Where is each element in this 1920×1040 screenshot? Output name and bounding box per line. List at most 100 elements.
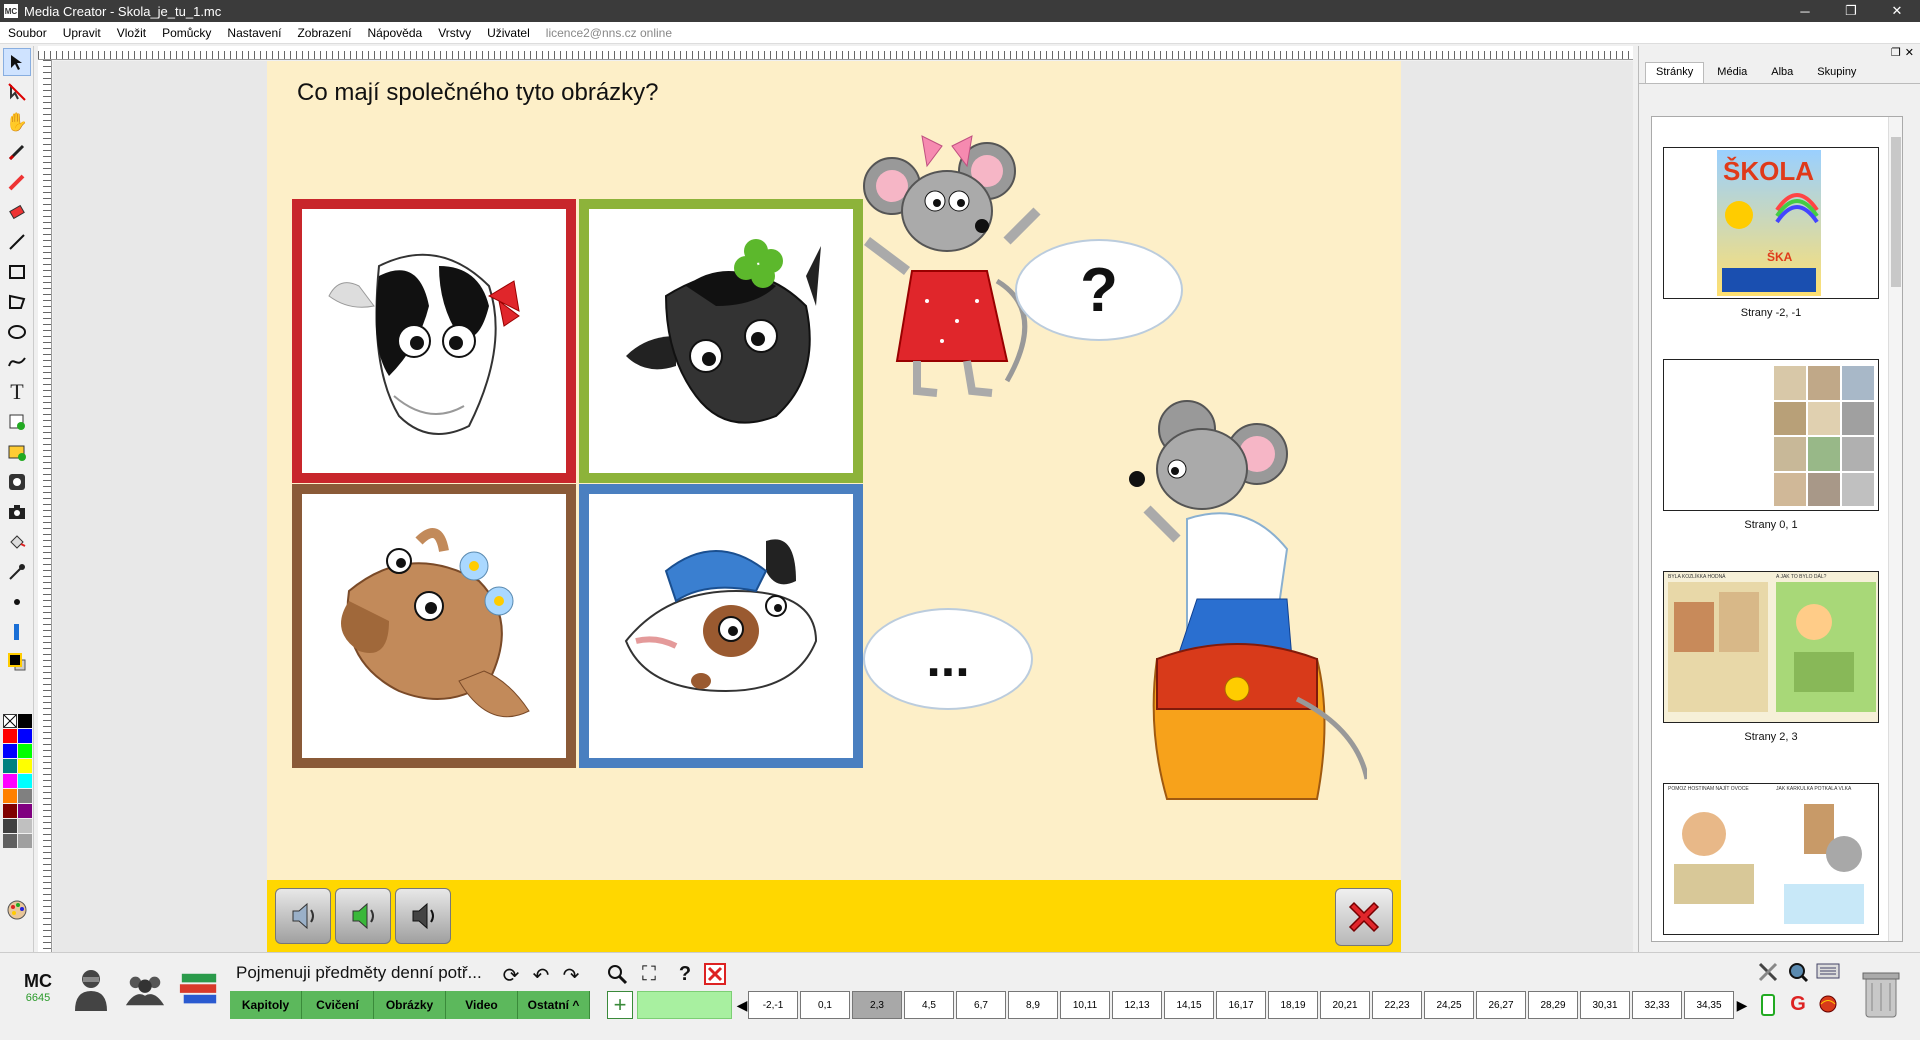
refresh-icon[interactable]: ⟳ xyxy=(498,963,524,988)
color-swatch[interactable] xyxy=(18,804,32,818)
add-button[interactable]: + xyxy=(607,991,633,1019)
color-swatch[interactable] xyxy=(18,774,32,788)
tab-ostatni[interactable]: Ostatní ^ xyxy=(518,991,590,1019)
panel-float-icon[interactable]: ❐ xyxy=(1891,46,1901,62)
palette-icon[interactable] xyxy=(3,896,31,924)
cancel-icon[interactable] xyxy=(702,963,728,991)
pen-icon[interactable] xyxy=(3,138,31,166)
close-window-button[interactable]: ✕ xyxy=(1874,0,1920,22)
no-color-swatch[interactable] xyxy=(3,714,17,728)
page-button[interactable]: 34,35 xyxy=(1684,991,1734,1019)
sound-button-3[interactable] xyxy=(395,888,451,944)
no-select-icon[interactable] xyxy=(3,78,31,106)
color-swatch-icon[interactable] xyxy=(3,648,31,676)
prev-pages-icon[interactable]: ◀ xyxy=(736,997,748,1014)
thickness-icon[interactable] xyxy=(3,618,31,646)
pointer-icon[interactable] xyxy=(3,48,31,76)
tab-video[interactable]: Video xyxy=(446,991,518,1019)
page-button[interactable]: 6,7 xyxy=(956,991,1006,1019)
fill-icon[interactable] xyxy=(3,528,31,556)
ellipse-icon[interactable] xyxy=(3,318,31,346)
eraser-icon[interactable] xyxy=(3,198,31,226)
page-button-active[interactable]: 2,3 xyxy=(852,991,902,1019)
curve-icon[interactable] xyxy=(3,348,31,376)
color-swatch[interactable] xyxy=(18,819,32,833)
sheep-picture-frame[interactable] xyxy=(579,199,863,483)
color-swatch[interactable] xyxy=(3,789,17,803)
menu-vrstvy[interactable]: Vrstvy xyxy=(430,26,479,40)
menu-nastaveni[interactable]: Nastavení xyxy=(219,26,289,40)
sound-button-1[interactable] xyxy=(275,888,331,944)
books-icon[interactable] xyxy=(178,967,220,1013)
tools-icon[interactable] xyxy=(1754,961,1782,989)
color-swatch[interactable] xyxy=(18,729,32,743)
hand-icon[interactable]: ✋ xyxy=(3,108,31,136)
menu-zobrazeni[interactable]: Zobrazení xyxy=(289,26,359,40)
page-button[interactable]: 8,9 xyxy=(1008,991,1058,1019)
panel-close-icon[interactable]: ✕ xyxy=(1905,46,1914,62)
tab-alba[interactable]: Alba xyxy=(1760,62,1804,83)
tablet-icon[interactable] xyxy=(1754,993,1782,1023)
camera-icon[interactable] xyxy=(3,498,31,526)
green-input-field[interactable] xyxy=(637,991,732,1019)
sound-button-2[interactable] xyxy=(335,888,391,944)
color-swatch[interactable] xyxy=(3,819,17,833)
tab-cviceni[interactable]: Cvičení xyxy=(302,991,374,1019)
polygon-icon[interactable] xyxy=(3,288,31,316)
menu-vlozit[interactable]: Vložit xyxy=(109,26,154,40)
color-swatch[interactable] xyxy=(3,729,17,743)
ball-icon[interactable] xyxy=(1814,993,1842,1021)
page-thumbnail[interactable]: Strany 0, 1 xyxy=(1663,359,1879,531)
redo-icon[interactable]: ↷ xyxy=(558,963,584,988)
highlighter-icon[interactable] xyxy=(3,168,31,196)
media-icon[interactable] xyxy=(3,468,31,496)
color-swatch[interactable] xyxy=(3,759,17,773)
page-button[interactable]: 10,11 xyxy=(1060,991,1110,1019)
page-button[interactable]: 24,25 xyxy=(1424,991,1474,1019)
menu-pomucky[interactable]: Pomůcky xyxy=(154,26,219,40)
next-pages-icon[interactable]: ▶ xyxy=(1736,997,1748,1014)
note-icon[interactable] xyxy=(3,408,31,436)
tab-kapitoly[interactable]: Kapitoly xyxy=(230,991,302,1019)
page-button[interactable]: 20,21 xyxy=(1320,991,1370,1019)
page-button[interactable]: 32,33 xyxy=(1632,991,1682,1019)
goat-picture-frame[interactable] xyxy=(292,484,576,768)
search-icon[interactable] xyxy=(604,963,630,991)
lesson-title[interactable]: Pojmenuji předměty denní potř... xyxy=(236,963,482,983)
google-icon[interactable]: G xyxy=(1784,993,1812,1016)
page-button[interactable]: 12,13 xyxy=(1112,991,1162,1019)
page-button[interactable]: -2,-1 xyxy=(748,991,798,1019)
menu-upravit[interactable]: Upravit xyxy=(55,26,109,40)
color-swatch[interactable] xyxy=(3,774,17,788)
page-button[interactable]: 14,15 xyxy=(1164,991,1214,1019)
insert-image-icon[interactable] xyxy=(3,438,31,466)
color-swatch[interactable] xyxy=(18,759,32,773)
dot-size-icon[interactable] xyxy=(3,588,31,616)
tab-skupiny[interactable]: Skupiny xyxy=(1806,62,1867,83)
help-icon[interactable]: ? xyxy=(672,963,698,986)
cow-picture-frame[interactable] xyxy=(292,199,576,483)
page-button[interactable]: 26,27 xyxy=(1476,991,1526,1019)
color-swatch[interactable] xyxy=(18,789,32,803)
page-button[interactable]: 18,19 xyxy=(1268,991,1318,1019)
text-icon[interactable]: T xyxy=(3,378,31,406)
menu-napoveda[interactable]: Nápověda xyxy=(359,26,430,40)
tab-obrazky[interactable]: Obrázky xyxy=(374,991,446,1019)
dog-picture-frame[interactable] xyxy=(579,484,863,768)
color-swatch[interactable] xyxy=(18,714,32,728)
color-swatch[interactable] xyxy=(3,804,17,818)
menu-soubor[interactable]: Soubor xyxy=(0,26,55,40)
page-button[interactable]: 16,17 xyxy=(1216,991,1266,1019)
trash-icon[interactable] xyxy=(1860,967,1902,1019)
page-button[interactable]: 22,23 xyxy=(1372,991,1422,1019)
color-swatch[interactable] xyxy=(3,744,17,758)
tab-stranky[interactable]: Stránky xyxy=(1645,62,1705,83)
undo-icon[interactable]: ↶ xyxy=(528,963,554,988)
page-thumbnail[interactable]: POMOZ HOSTINAM NAJÍT OVOCE JAK KARKULKA … xyxy=(1663,783,1879,941)
fullscreen-icon[interactable]: ⛶ xyxy=(636,963,662,986)
eyedropper-icon[interactable] xyxy=(3,558,31,586)
teacher-icon[interactable] xyxy=(70,967,112,1013)
minimize-button[interactable]: ─ xyxy=(1782,0,1828,22)
thumbnail-scrollbar[interactable] xyxy=(1888,117,1902,941)
close-page-button[interactable] xyxy=(1335,888,1393,946)
